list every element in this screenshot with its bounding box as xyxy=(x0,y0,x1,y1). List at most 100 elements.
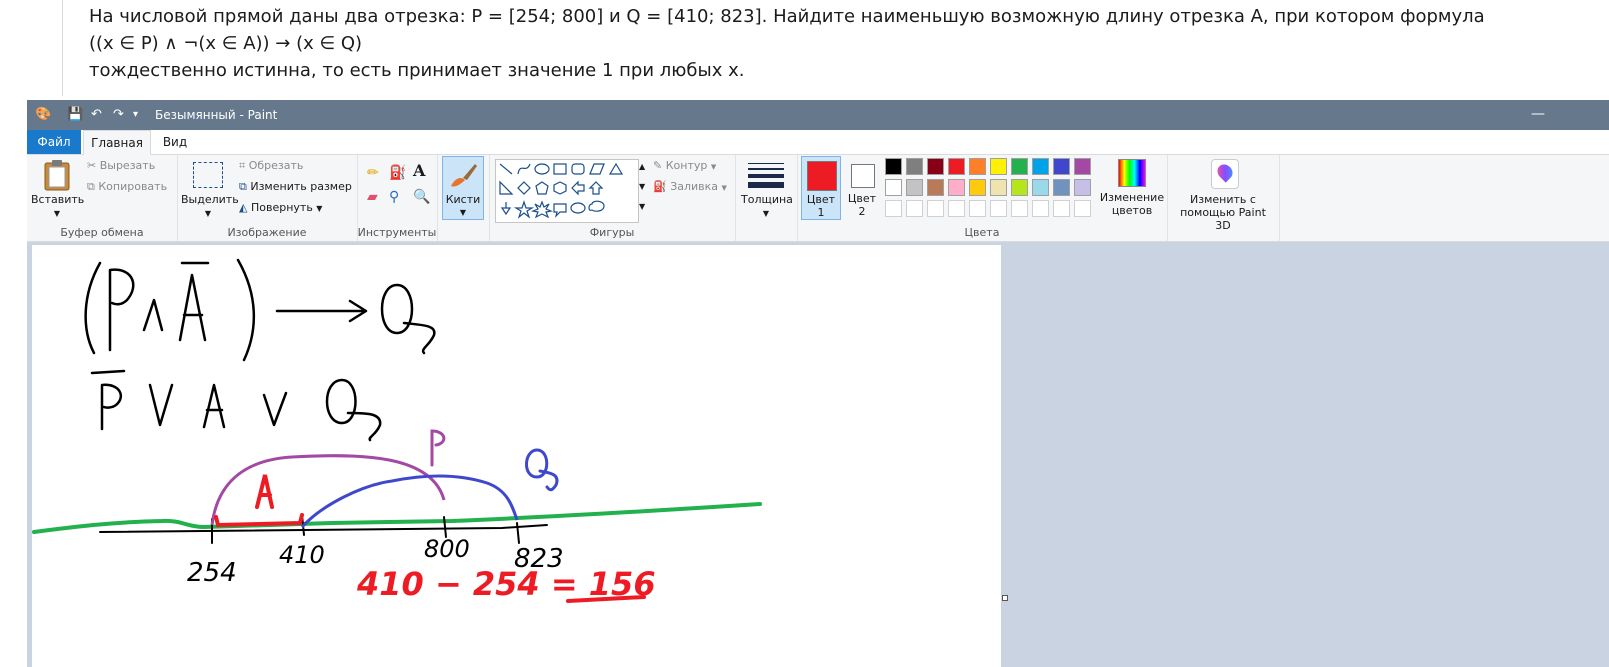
palette-swatch[interactable] xyxy=(1053,158,1070,175)
outline-label: Контур xyxy=(665,159,708,172)
paint-app-icon[interactable]: 🎨 xyxy=(35,106,51,124)
palette-swatch[interactable] xyxy=(1011,179,1028,196)
palette-swatch[interactable] xyxy=(1011,158,1028,175)
and-symbol-1 xyxy=(142,298,164,332)
shapes-scroll-up-icon[interactable]: ▲ xyxy=(639,159,645,175)
palette-swatch[interactable] xyxy=(990,179,1007,196)
brushes-button[interactable]: Кисти ▼ xyxy=(442,156,484,220)
canvas-resize-handle[interactable] xyxy=(1002,595,1008,601)
tick-label-254: 254 xyxy=(187,558,237,588)
palette-swatch[interactable] xyxy=(948,158,965,175)
color1-button[interactable]: Цвет 1 xyxy=(801,156,841,220)
quote-bar xyxy=(62,0,63,96)
redo-icon[interactable]: ↷ xyxy=(113,106,124,124)
outline-button[interactable]: ✎ Контур ▼ xyxy=(653,158,716,175)
palette-swatch[interactable] xyxy=(969,200,986,217)
P-arc xyxy=(210,454,446,526)
tab-file[interactable]: Файл xyxy=(27,130,81,154)
window-title: Безымянный - Paint xyxy=(155,108,278,122)
overline-P xyxy=(90,369,126,375)
pencil-icon[interactable]: ✏ xyxy=(367,165,379,181)
color-palette xyxy=(885,158,1099,222)
palette-swatch[interactable] xyxy=(927,179,944,196)
palette-swatch[interactable] xyxy=(885,200,902,217)
palette-swatch[interactable] xyxy=(1032,200,1049,217)
ribbon-tabs: Файл Главная Вид xyxy=(27,130,1609,155)
brush-icon xyxy=(451,164,477,187)
A-segment xyxy=(214,513,304,528)
palette-swatch[interactable] xyxy=(1032,158,1049,175)
cut-button[interactable]: ✂ Вырезать xyxy=(87,158,155,174)
tick-label-800: 800 xyxy=(424,535,470,563)
or-symbol-2 xyxy=(262,391,288,427)
fill-dropdown-icon: ▼ xyxy=(721,184,727,192)
select-button[interactable]: Выделить ▼ xyxy=(181,157,239,221)
palette-swatch[interactable] xyxy=(927,158,944,175)
problem-statement: На числовой прямой даны два отрезка: P =… xyxy=(0,0,1609,100)
paste-label: Вставить xyxy=(31,193,85,206)
palette-swatch[interactable] xyxy=(1053,200,1070,217)
tab-view[interactable]: Вид xyxy=(155,130,195,154)
text-tool-icon[interactable]: A xyxy=(413,163,425,179)
crop-button[interactable]: ⌗ Обрезать xyxy=(239,158,303,174)
shapes-gallery[interactable] xyxy=(495,159,639,223)
title-bar: 🎨 💾 ↶ ↷ ▾ Безымянный - Paint — xyxy=(27,100,1609,130)
shapes-scroll-down-icon[interactable]: ▼ xyxy=(639,179,645,195)
palette-swatch[interactable] xyxy=(906,179,923,196)
fill-button[interactable]: ⛽ Заливка ▼ xyxy=(653,179,727,196)
size-button[interactable]: Толщина ▼ xyxy=(741,157,793,221)
palette-swatch[interactable] xyxy=(990,200,1007,217)
tools-group: ✏ ⛽ A ▰ ⚲ 🔍 Инструменты xyxy=(357,155,438,241)
edit-colors-button[interactable]: Изменение цветов xyxy=(1099,157,1165,221)
paste-button[interactable]: Вставить ▼ xyxy=(31,157,85,221)
palette-swatch[interactable] xyxy=(885,158,902,175)
palette-swatch[interactable] xyxy=(969,179,986,196)
undo-icon[interactable]: ↶ xyxy=(91,106,102,124)
palette-swatch[interactable] xyxy=(948,200,965,217)
palette-swatch[interactable] xyxy=(1074,179,1091,196)
palette-swatch[interactable] xyxy=(1011,200,1028,217)
copy-button[interactable]: ⧉ Копировать xyxy=(87,179,167,195)
fill-bucket-icon[interactable]: ⛽ xyxy=(389,165,406,181)
shapes-expand-icon[interactable]: ▼ xyxy=(639,199,645,215)
palette-swatch[interactable] xyxy=(1032,179,1049,196)
tab-home[interactable]: Главная xyxy=(83,130,151,155)
palette-swatch[interactable] xyxy=(906,200,923,217)
selection-rect-icon xyxy=(193,162,223,188)
color1-label: Цвет 1 xyxy=(806,193,836,219)
save-icon[interactable]: 💾 xyxy=(67,106,83,124)
Q-label-mark xyxy=(525,448,559,492)
minimize-button[interactable]: — xyxy=(1523,102,1553,128)
size-group: Толщина ▼ xyxy=(735,155,798,241)
palette-swatch[interactable] xyxy=(1074,158,1091,175)
palette-swatch[interactable] xyxy=(927,200,944,217)
color2-button[interactable]: Цвет 2 xyxy=(843,156,881,218)
letter-P-2 xyxy=(100,383,122,431)
palette-swatch[interactable] xyxy=(990,158,1007,175)
cut-label: Вырезать xyxy=(99,159,156,172)
handwritten-drawing: 254 410 800 823 410 − 254 = 156 xyxy=(32,258,762,603)
drawing-canvas[interactable]: 254 410 800 823 410 − 254 = 156 xyxy=(32,245,1001,667)
paste-dropdown-icon[interactable]: ▼ xyxy=(31,207,83,220)
palette-swatch[interactable] xyxy=(906,158,923,175)
select-label: Выделить xyxy=(181,193,239,206)
edit-colors-icon xyxy=(1118,159,1146,187)
rotate-button[interactable]: ◭ Повернуть ▼ xyxy=(239,200,322,217)
customize-quick-access-icon[interactable]: ▾ xyxy=(133,106,138,124)
color-picker-icon[interactable]: ⚲ xyxy=(389,189,399,205)
palette-swatch[interactable] xyxy=(885,179,902,196)
eraser-icon[interactable]: ▰ xyxy=(367,189,378,205)
select-dropdown-icon[interactable]: ▼ xyxy=(181,207,235,220)
or-symbol-1 xyxy=(148,383,174,427)
fill-label: Заливка xyxy=(670,180,719,193)
rotate-dropdown-icon: ▼ xyxy=(316,204,323,213)
magnifier-icon[interactable]: 🔍 xyxy=(413,189,430,205)
palette-swatch[interactable] xyxy=(1074,200,1091,217)
resize-button[interactable]: ⧉ Изменить размер xyxy=(239,179,352,195)
palette-swatch[interactable] xyxy=(1053,179,1070,196)
palette-swatch[interactable] xyxy=(948,179,965,196)
paint3d-group: Изменить с помощью Paint 3D xyxy=(1167,155,1280,241)
paint3d-button[interactable]: Изменить с помощью Paint 3D xyxy=(1171,157,1275,232)
palette-swatch[interactable] xyxy=(969,158,986,175)
color2-swatch xyxy=(851,164,875,188)
